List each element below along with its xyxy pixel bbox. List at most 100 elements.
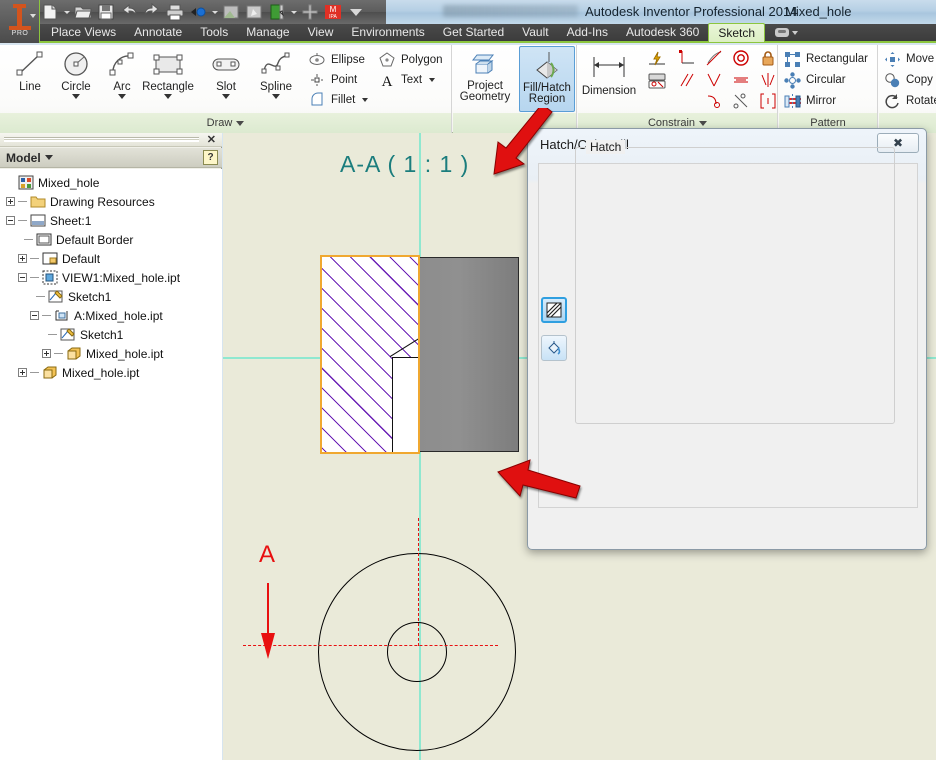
circular-pattern-button[interactable]: Circular [783,69,846,91]
ribbon-display-options[interactable] [775,28,799,37]
new-icon[interactable] [40,2,60,22]
tab-get-started[interactable]: Get Started [434,23,513,42]
ellipse-button[interactable]: Ellipse [308,49,365,71]
polygon-button[interactable]: Polygon [378,49,443,71]
mirror-button[interactable]: Mirror [783,90,836,112]
offset-constraint-button[interactable] [755,90,781,111]
concentric-constraint-button[interactable] [728,47,754,68]
return-dropdown-arrow[interactable] [211,2,218,22]
ipa-icon[interactable]: M IPA [323,2,343,22]
tree-expand-toggle[interactable] [6,197,15,206]
tree-item-sketch1-a[interactable]: Sketch1 [0,287,222,306]
tab-place-views[interactable]: Place Views [42,23,125,42]
fillet-button[interactable]: Fillet [308,89,369,111]
tree-item-default-border[interactable]: Default Border [0,230,222,249]
draw-panel-label[interactable]: Draw [0,113,451,133]
tree-item-sheet-1[interactable]: Sheet:1 [0,211,222,230]
chevron-down-icon[interactable] [30,14,36,18]
browser-drag-grip[interactable]: ✕ [0,133,222,147]
qat-overflow-icon[interactable] [346,2,366,22]
hatch-color-fill-dialog[interactable]: Hatch/Color Fill ✖ Hatch Pattern ANSI 31… [527,128,927,550]
chevron-down-icon[interactable] [699,120,708,126]
material-dropdown-arrow[interactable] [290,2,297,22]
collinear-constraint-button[interactable] [728,69,754,90]
hatch-mode-button[interactable] [541,297,567,323]
material-icon[interactable] [267,2,287,22]
text-button[interactable]: A Text [378,69,436,91]
tab-annotate[interactable]: Annotate [125,23,191,42]
open-icon[interactable] [73,2,93,22]
new-dropdown-arrow[interactable] [63,2,70,22]
tree-expand-toggle[interactable] [18,368,27,377]
ribbon-tab-bar[interactable]: Place Views Annotate Tools Manage View E… [0,23,936,43]
chevron-down-icon[interactable] [44,155,53,160]
fill-hatch-region-button[interactable]: Fill/Hatch Region [519,46,575,112]
chevron-down-icon[interactable] [792,30,799,35]
tree-item-mixed-hole-ipt-inner[interactable]: Mixed_hole.ipt [0,344,222,363]
add-icon[interactable] [300,2,320,22]
return-icon[interactable] [188,2,208,22]
hatched-region-selected[interactable] [320,255,420,454]
chevron-down-icon[interactable] [222,94,230,99]
chevron-down-icon[interactable] [72,94,80,99]
quick-access-toolbar[interactable]: M IPA [0,0,386,24]
undo-icon[interactable] [119,2,139,22]
tab-sketch[interactable]: Sketch [708,23,766,42]
project-geometry-button[interactable]: Project Geometry [456,47,514,103]
rectangle-button[interactable]: Rectangle [140,47,196,99]
tree-item-a-mixed-hole[interactable]: A:Mixed_hole.ipt [0,306,222,325]
symmetric-constraint-button[interactable] [755,69,781,90]
tree-item-mixed-hole-ipt-outer[interactable]: Mixed_hole.ipt [0,363,222,382]
update-icon[interactable] [221,2,241,22]
tree-collapse-toggle[interactable] [18,273,27,282]
tree-item-drawing-resources[interactable]: Drawing Resources [0,192,222,211]
tangent-constraint-button[interactable] [701,47,727,68]
spline-button[interactable]: Spline [248,47,304,99]
show-constraints-button[interactable] [644,70,670,91]
point-button[interactable]: Point [308,69,357,91]
tab-vault[interactable]: Vault [513,23,557,42]
section-line-horizontal[interactable] [243,645,498,646]
chevron-down-icon[interactable] [429,78,436,82]
tree-item-default[interactable]: Default [0,249,222,268]
chevron-down-icon[interactable] [164,94,172,99]
slot-button[interactable]: Slot [198,47,254,99]
chevron-down-icon[interactable] [118,94,126,99]
tab-tools[interactable]: Tools [191,23,237,42]
model-tree[interactable]: Mixed_hole Drawing Resources Sheet:1 Def… [0,169,222,760]
perpendicular-constraint-button[interactable] [674,47,700,68]
chevron-down-icon[interactable] [362,98,369,102]
chevron-down-icon[interactable] [236,120,245,126]
chevron-down-icon[interactable] [272,94,280,99]
close-icon[interactable]: ✕ [207,133,216,146]
tree-collapse-toggle[interactable] [6,216,15,225]
coincident-constraint-button[interactable] [701,69,727,90]
redo-icon[interactable] [142,2,162,22]
section-line-vertical[interactable] [418,518,419,646]
search-box-ghost[interactable] [443,5,578,17]
print-icon[interactable] [165,2,185,22]
application-menu-button[interactable]: PRO [0,0,40,43]
dimension-button[interactable]: Dimension [578,51,640,97]
save-icon[interactable] [96,2,116,22]
parallel-constraint-button[interactable] [674,69,700,90]
tab-environments[interactable]: Environments [342,23,433,42]
copy-button[interactable]: Copy [883,69,933,91]
tab-manage[interactable]: Manage [237,23,298,42]
tab-view[interactable]: View [299,23,343,42]
section-view-geometry[interactable] [320,255,519,454]
auto-dimension-button[interactable] [644,48,670,69]
tree-item-view1[interactable]: VIEW1:Mixed_hole.ipt [0,268,222,287]
tree-collapse-toggle[interactable] [30,311,39,320]
help-icon[interactable]: ? [203,150,218,165]
tab-add-ins[interactable]: Add-Ins [558,23,617,42]
tree-expand-toggle[interactable] [18,254,27,263]
fix-constraint-button[interactable] [755,47,781,68]
rectangular-pattern-button[interactable]: Rectangular [783,48,868,70]
tab-autodesk-360[interactable]: Autodesk 360 [617,23,708,42]
select-icon[interactable] [244,2,264,22]
move-button[interactable]: Move [883,48,934,70]
tree-expand-toggle[interactable] [42,349,51,358]
smooth-constraint-button[interactable] [701,90,727,111]
ribbon-minimize-icon[interactable] [775,28,790,37]
